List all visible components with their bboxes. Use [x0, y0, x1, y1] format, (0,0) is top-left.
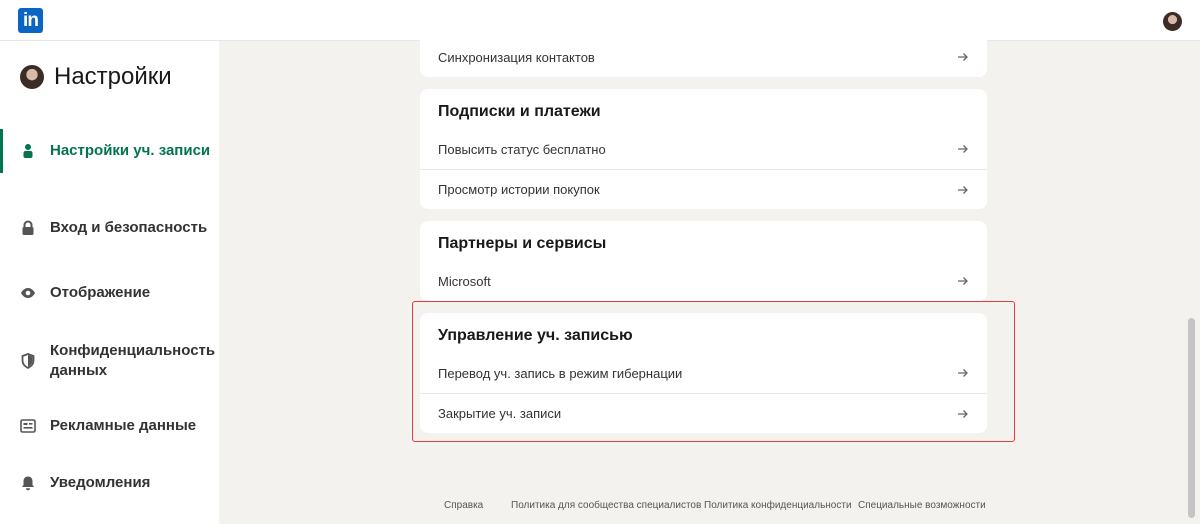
page-title: Настройки [54, 63, 172, 90]
ad-icon [0, 419, 50, 433]
card-contacts: Синхронизация контактов [420, 30, 987, 77]
sidebar-header: Настройки [20, 63, 172, 91]
sidebar-item-label: Вход и безопасность [50, 219, 208, 236]
card-partners-services: Партнеры и сервисы Microsoft [420, 221, 987, 301]
sidebar-item-label: Отображение [50, 284, 151, 301]
arrow-right-icon [958, 369, 968, 377]
lock-icon [0, 220, 50, 236]
linkedin-logo[interactable]: in [18, 8, 43, 33]
card-subscriptions-payments: Подписки и платежи Повысить статус беспл… [420, 89, 987, 209]
row-label: Просмотр истории покупок [438, 182, 600, 197]
arrow-right-icon [958, 145, 968, 153]
card-account-management: Управление уч. записью Перевод уч. запис… [420, 313, 987, 433]
card-title: Партнеры и сервисы [438, 235, 607, 252]
row-label: Повысить статус бесплатно [438, 141, 606, 157]
avatar [20, 65, 44, 89]
profile-avatar[interactable] [1163, 12, 1182, 31]
arrow-right-icon [958, 277, 968, 285]
sidebar-item-label: Конфиденциальность данных [50, 342, 216, 379]
person-icon [0, 143, 50, 159]
footer-link-accessibility[interactable]: Специальные возможности [858, 500, 986, 511]
sidebar-item-label: Уведомления [50, 474, 151, 491]
footer-link-privacy-policy[interactable]: Политика конфиденциальности [704, 500, 852, 511]
settings-sidebar: Настройки Настройки уч. записи Вход и бе… [0, 41, 219, 524]
settings-row-upgrade-free[interactable]: Повысить статус бесплатно [420, 129, 987, 169]
footer-link-community-policy[interactable]: Политика для сообщества специалистов [511, 500, 701, 511]
sidebar-item-notifications[interactable]: Уведомления [0, 472, 219, 494]
row-label: Перевод уч. запись в режим гибернации [438, 365, 683, 381]
sidebar-item-visibility[interactable]: Отображение [0, 282, 219, 304]
arrow-right-icon [958, 409, 968, 418]
sidebar-item-data-privacy[interactable]: Конфиденциальность данных [0, 339, 219, 383]
bell-icon [0, 475, 50, 491]
sidebar-item-label: Рекламные данные [50, 417, 197, 434]
settings-row-sync-contacts[interactable]: Синхронизация контактов [420, 37, 987, 77]
row-label: Закрытие уч. записи [438, 406, 562, 421]
sidebar-item-account-preferences[interactable]: Настройки уч. записи [0, 129, 219, 173]
settings-row-close-account[interactable]: Закрытие уч. записи [420, 393, 987, 433]
card-title: Подписки и платежи [438, 103, 601, 120]
sidebar-item-label: Настройки уч. записи [50, 142, 211, 159]
settings-row-purchase-history[interactable]: Просмотр истории покупок [420, 169, 987, 209]
settings-row-hibernate-account[interactable]: Перевод уч. запись в режим гибернации [420, 353, 987, 393]
row-label: Синхронизация контактов [438, 49, 595, 65]
settings-row-microsoft[interactable]: Microsoft [420, 261, 987, 301]
card-title: Управление уч. записью [438, 327, 633, 344]
row-label: Microsoft [438, 273, 491, 289]
eye-icon [0, 287, 50, 299]
sidebar-item-advertising-data[interactable]: Рекламные данные [0, 415, 219, 437]
scrollbar[interactable] [1188, 318, 1195, 518]
arrow-right-icon [958, 185, 968, 194]
arrow-right-icon [958, 53, 968, 61]
footer-link-help[interactable]: Справка [444, 500, 483, 511]
sidebar-item-sign-in-security[interactable]: Вход и безопасность [0, 206, 219, 250]
shield-icon [0, 353, 50, 369]
